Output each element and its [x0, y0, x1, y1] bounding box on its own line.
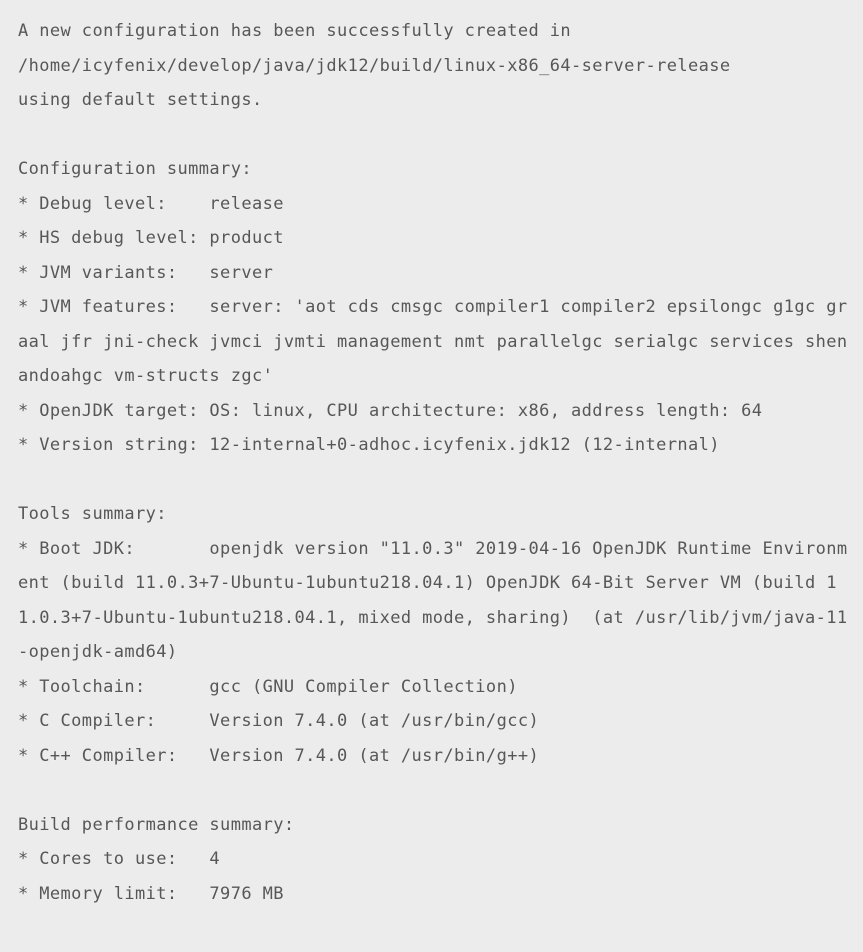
terminal-output: A new configuration has been successfull… — [18, 21, 848, 904]
